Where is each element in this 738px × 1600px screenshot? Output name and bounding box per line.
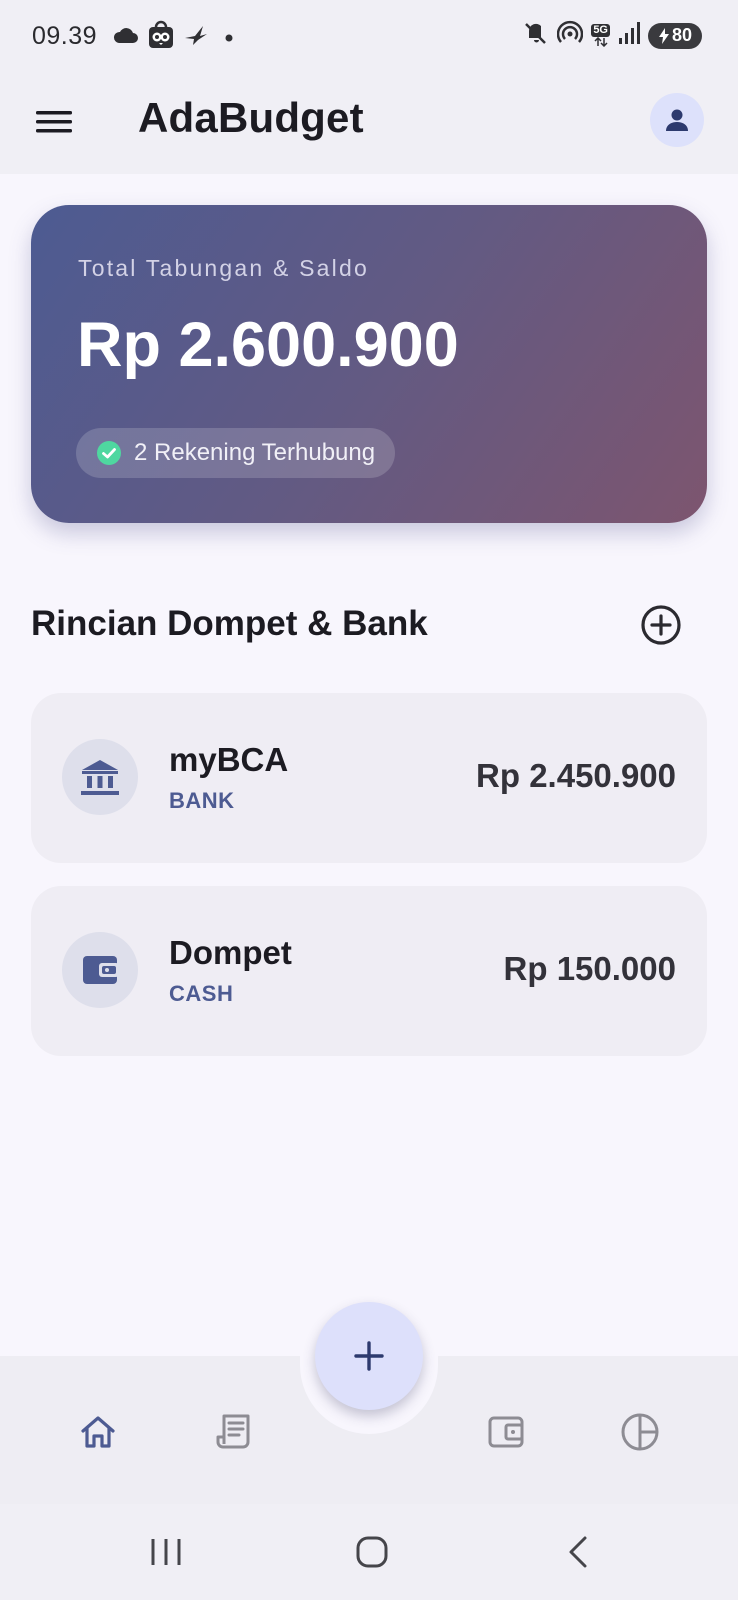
battery-charging-icon: 80 <box>648 22 702 49</box>
account-card-mybca[interactable]: myBCA BANK Rp 2.450.900 <box>31 693 707 863</box>
network-type: 5G <box>591 24 610 37</box>
account-icon <box>666 109 688 131</box>
tokopedia-icon <box>147 20 175 55</box>
account-button[interactable] <box>650 93 704 147</box>
add-circle-icon[interactable] <box>640 604 682 646</box>
total-balance-label: Total Tabungan & Saldo <box>78 255 369 281</box>
bolt-icon <box>658 27 669 44</box>
status-left-icons <box>113 20 233 55</box>
menu-icon[interactable] <box>36 104 72 140</box>
total-balance-card[interactable]: Total Tabungan & Saldo Rp 2.600.900 2 Re… <box>31 205 707 523</box>
data-arrows-icon <box>594 37 608 47</box>
bird-icon <box>183 24 209 51</box>
account-balance: Rp 150.000 <box>503 950 676 987</box>
wallet-icon <box>62 932 138 1008</box>
hotspot-icon <box>557 20 584 51</box>
recents-icon[interactable] <box>146 1532 186 1572</box>
system-navigation-bar <box>0 1504 738 1600</box>
nav-home-icon[interactable] <box>76 1410 120 1454</box>
mute-icon <box>523 20 549 51</box>
system-home-icon[interactable] <box>352 1532 392 1572</box>
account-type: CASH <box>169 981 234 1006</box>
app-title: AdaBudget <box>138 94 364 141</box>
status-right-icons: 5G 80 <box>523 20 702 51</box>
app-bar: AdaBudget <box>0 72 738 174</box>
network-badge: 5G <box>591 24 610 47</box>
account-balance: Rp 2.450.900 <box>476 757 676 794</box>
cloud-icon <box>113 25 139 50</box>
nav-wallet-icon[interactable] <box>484 1410 528 1454</box>
account-type: BANK <box>169 788 235 813</box>
linked-accounts-text: 2 Rekening Terhubung <box>134 439 376 466</box>
back-icon[interactable] <box>558 1532 598 1572</box>
account-name: Dompet <box>169 934 292 971</box>
check-circle-icon <box>97 441 121 465</box>
bank-icon <box>62 739 138 815</box>
nav-receipt-icon[interactable] <box>212 1410 256 1454</box>
dot-icon <box>225 29 233 47</box>
plus-icon <box>354 1341 384 1371</box>
total-balance-amount: Rp 2.600.900 <box>77 310 459 380</box>
section-title: Rincian Dompet & Bank <box>31 604 428 643</box>
status-bar: 09.39 5G 80 <box>0 0 738 72</box>
linked-accounts-chip: 2 Rekening Terhubung <box>76 428 396 478</box>
account-card-dompet[interactable]: Dompet CASH Rp 150.000 <box>31 886 707 1056</box>
signal-icon <box>618 21 640 50</box>
battery-level: 80 <box>671 25 693 45</box>
nav-pie-chart-icon[interactable] <box>618 1410 662 1454</box>
status-time: 09.39 <box>32 22 98 50</box>
add-transaction-button[interactable] <box>315 1302 423 1410</box>
account-name: myBCA <box>169 741 289 778</box>
